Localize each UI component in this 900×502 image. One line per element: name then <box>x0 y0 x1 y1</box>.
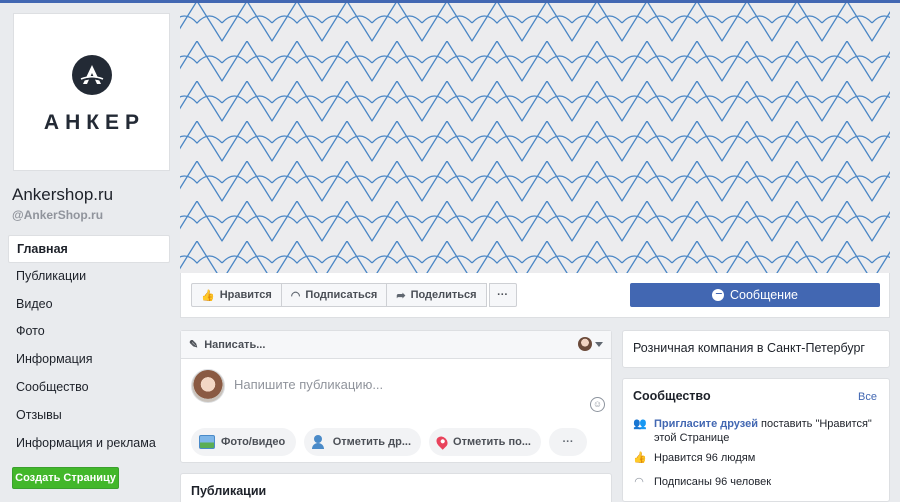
message-label: Сообщение <box>729 288 799 302</box>
write-post-label: Написать... <box>204 338 266 351</box>
nav-item-community[interactable]: Сообщество <box>8 374 170 402</box>
nav-item-videos[interactable]: Видео <box>8 291 170 319</box>
nav-item-about[interactable]: Информация <box>8 346 170 374</box>
cover-pattern <box>180 3 890 273</box>
messenger-icon <box>711 289 724 301</box>
photo-icon <box>199 435 215 449</box>
location-pin-icon <box>434 434 450 450</box>
rss-icon: ◠ <box>634 476 644 488</box>
page-profile-picture[interactable]: АНКЕР <box>13 13 170 171</box>
photo-video-label: Фото/видео <box>221 436 286 448</box>
share-label: Поделиться <box>410 289 477 301</box>
tag-people-icon <box>312 435 327 449</box>
anker-logo-icon <box>72 55 112 95</box>
like-button[interactable]: 👍 Нравится <box>191 283 282 307</box>
see-all-link[interactable]: Все <box>858 391 877 403</box>
page-nav: Главная Публикации Видео Фото Информация… <box>8 235 170 457</box>
composer-header: ✎ Написать... <box>181 331 611 359</box>
composer-actions: Фото/видео Отметить др... Отметить по...… <box>191 428 587 456</box>
invite-text: Пригласите друзей поставить "Нравится" э… <box>654 417 883 445</box>
page-sidebar: АНКЕР Ankershop.ru @AnkerShop.ru Главная… <box>0 0 180 502</box>
tag-friends-button[interactable]: Отметить др... <box>304 428 421 456</box>
follow-label: Подписаться <box>305 289 378 301</box>
chevron-down-icon <box>595 341 603 347</box>
nav-item-posts[interactable]: Публикации <box>8 263 170 291</box>
people-icon: 👥 <box>633 418 647 430</box>
post-as-selector[interactable] <box>578 337 603 351</box>
likes-row: 👍 Нравится 96 людям <box>633 451 883 465</box>
nav-item-photos[interactable]: Фото <box>8 318 170 346</box>
follow-button[interactable]: ◠ Подписаться <box>280 283 388 307</box>
post-text-input[interactable] <box>234 377 564 392</box>
emoji-icon[interactable]: ☺ <box>590 397 605 412</box>
page-action-bar: 👍 Нравится ◠ Подписаться ➦ Поделиться ··… <box>180 273 890 318</box>
like-label: Нравится <box>219 289 272 301</box>
page-name[interactable]: Ankershop.ru <box>12 185 113 205</box>
page-category[interactable]: Розничная компания в Санкт-Петербург <box>622 330 890 368</box>
photo-video-button[interactable]: Фото/видео <box>191 428 296 456</box>
action-buttons: 👍 Нравится ◠ Подписаться ➦ Поделиться ··… <box>191 283 517 307</box>
nav-item-reviews[interactable]: Отзывы <box>8 402 170 430</box>
community-title: Сообщество <box>633 389 711 403</box>
composer-more-button[interactable]: ··· <box>549 428 587 456</box>
followers-row: ◠ Подписаны 96 человек <box>633 475 883 489</box>
create-page-button[interactable]: Создать Страницу <box>12 467 119 489</box>
invite-friends-link[interactable]: Пригласите друзей <box>654 418 758 430</box>
likes-count: Нравится 96 людям <box>654 452 756 464</box>
followers-count: Подписаны 96 человек <box>654 476 772 488</box>
publications-title: Публикации <box>191 484 267 498</box>
share-button[interactable]: ➦ Поделиться <box>386 283 487 307</box>
composer-body: ☺ <box>181 359 611 419</box>
tag-friends-label: Отметить др... <box>332 436 411 448</box>
send-message-button[interactable]: Сообщение <box>630 283 880 307</box>
check-in-button[interactable]: Отметить по... <box>429 428 541 456</box>
page-handle[interactable]: @AnkerShop.ru <box>12 208 103 222</box>
publications-card: Публикации <box>180 473 612 502</box>
nav-item-info-ads[interactable]: Информация и реклама <box>8 430 170 458</box>
pencil-icon: ✎ <box>189 339 199 351</box>
community-card: Сообщество Все 👥 Пригласите друзей поста… <box>622 378 890 502</box>
check-in-label: Отметить по... <box>453 436 531 448</box>
thumbs-up-icon: 👍 <box>201 289 215 302</box>
cover-photo[interactable] <box>180 3 890 273</box>
write-post-tab[interactable]: ✎ Написать... <box>189 338 266 352</box>
more-actions-button[interactable]: ··· <box>488 283 517 307</box>
avatar <box>578 337 592 351</box>
author-avatar <box>191 369 225 403</box>
nav-item-home[interactable]: Главная <box>8 235 170 263</box>
post-composer: ✎ Написать... ☺ Фото/видео Отметить др..… <box>180 330 612 463</box>
share-arrow-icon: ➦ <box>396 289 406 302</box>
rss-icon: ◠ <box>290 289 301 302</box>
thumbs-up-icon: 👍 <box>633 452 647 464</box>
logo-text: АНКЕР <box>43 111 146 134</box>
invite-row: 👥 Пригласите друзей поставить "Нравится"… <box>633 417 883 445</box>
